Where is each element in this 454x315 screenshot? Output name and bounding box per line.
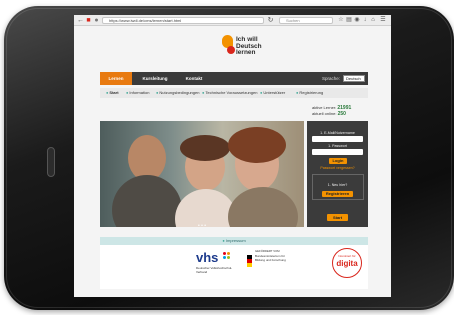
subnav-technik[interactable]: ●Technische Voraussetzungen: [202, 88, 257, 98]
subnav-information[interactable]: ●Information: [126, 88, 149, 98]
badge-subtitle: Nominiert für: [338, 254, 356, 258]
digita-badge[interactable]: Nominiert für digita: [332, 248, 362, 278]
subnav-start-label: Start: [109, 90, 119, 95]
login-button[interactable]: Login: [329, 158, 347, 164]
vhs-logo[interactable]: vhs: [196, 251, 218, 264]
online-now-row: aktuell online: 250: [312, 111, 351, 117]
impressum-bar: ● Impressum: [100, 237, 368, 245]
site-logo-text[interactable]: Ich will Deutsch lernen: [236, 36, 276, 57]
subnav-registrierung-label: Registrierung: [299, 90, 324, 95]
subnav-unterstuetzer-label: Unterstützer: [263, 90, 286, 95]
eagle-icon: [247, 255, 252, 267]
forgot-password-link[interactable]: Passwort vergessen?: [307, 166, 368, 170]
vhs-subtitle: Deutscher Volkshochschul-Verband: [196, 266, 233, 274]
language-label: Sprache:: [322, 76, 341, 81]
start-button[interactable]: Start: [327, 214, 348, 221]
slide-dots[interactable]: • • •: [100, 224, 304, 229]
subnav-technik-label: Technische Voraussetzungen: [205, 90, 258, 95]
password-field[interactable]: [312, 149, 363, 155]
star-icon[interactable]: ☆: [338, 17, 344, 24]
web-page: Ich will Deutsch lernen Lernen Kursleitu…: [74, 26, 391, 297]
person-3-body: [228, 187, 298, 227]
hero-photo: [100, 121, 304, 227]
person-3-hair: [228, 127, 286, 163]
logo-bubble-red: [227, 46, 235, 54]
language-select[interactable]: Deutsch: [343, 75, 365, 82]
vhs-dots-icon: [222, 251, 230, 259]
ministry-prefix: GEFÖRDERT VOM: [255, 249, 280, 253]
register-box-outline: [312, 174, 364, 200]
person-1-body: [112, 175, 182, 227]
impressum-link[interactable]: Impressum: [226, 238, 246, 243]
email-label: 1. E-Mail/Nutzername: [320, 131, 355, 135]
menu-icon[interactable]: ☰: [380, 17, 386, 24]
online-stats: aktive Lerner: 21991 aktuell online: 250: [312, 105, 351, 117]
bookmarks-icon[interactable]: ▤: [346, 17, 352, 24]
person-2-hair: [180, 135, 230, 161]
lock-icon: ●: [94, 17, 99, 24]
tab-kontakt[interactable]: Kontakt: [178, 72, 210, 85]
sub-nav: ●Start ●Information ●Nutzungsbedingungen…: [100, 88, 368, 98]
url-field[interactable]: https://www.iwdl.de/cms/lernen/start.htm…: [102, 17, 264, 24]
badge-title: digita: [336, 259, 358, 268]
subnav-information-label: Information: [129, 90, 150, 95]
online-now-count: 250: [337, 111, 346, 117]
subnav-unterstuetzer[interactable]: ●Unterstützer: [260, 88, 285, 98]
email-field[interactable]: [312, 136, 363, 142]
reload-icon[interactable]: ↻: [267, 17, 274, 24]
partner-logos: vhs Deutscher Volkshochschul-Verband GEF…: [100, 245, 368, 289]
subnav-registrierung[interactable]: ●Registrierung: [296, 88, 323, 98]
back-arrow-icon[interactable]: ←: [77, 17, 84, 24]
subnav-start[interactable]: ●Start: [106, 88, 119, 98]
search-field[interactable]: Suchen: [279, 17, 333, 24]
ministry-name: Bundesministerium für Bildung und Forsch…: [255, 254, 286, 262]
home-icon[interactable]: ■: [85, 17, 92, 24]
home-button: [47, 147, 55, 177]
tab-lernen[interactable]: Lernen: [100, 72, 132, 85]
download-icon[interactable]: ↓: [362, 17, 368, 24]
tab-kursleitung[interactable]: Kursleitung: [136, 72, 174, 85]
online-now-label: aktuell online:: [312, 111, 337, 116]
active-learners-label: aktive Lerner:: [312, 105, 337, 110]
pocket-icon[interactable]: ◉: [354, 17, 360, 24]
home-toolbar-icon[interactable]: ⌂: [370, 17, 376, 24]
password-label: 1. Passwort: [328, 144, 347, 148]
tablet-screen: ← ■ ● https://www.iwdl.de/cms/lernen/sta…: [74, 15, 391, 297]
main-nav: Lernen Kursleitung Kontakt Sprache: Deut…: [100, 72, 368, 85]
browser-toolbar: ← ■ ● https://www.iwdl.de/cms/lernen/sta…: [74, 15, 391, 26]
subnav-nutzung-label: Nutzungsbedingungen: [159, 90, 200, 95]
logo-line-3: lernen: [236, 49, 256, 56]
subnav-nutzungsbedingungen[interactable]: ●Nutzungsbedingungen: [156, 88, 199, 98]
